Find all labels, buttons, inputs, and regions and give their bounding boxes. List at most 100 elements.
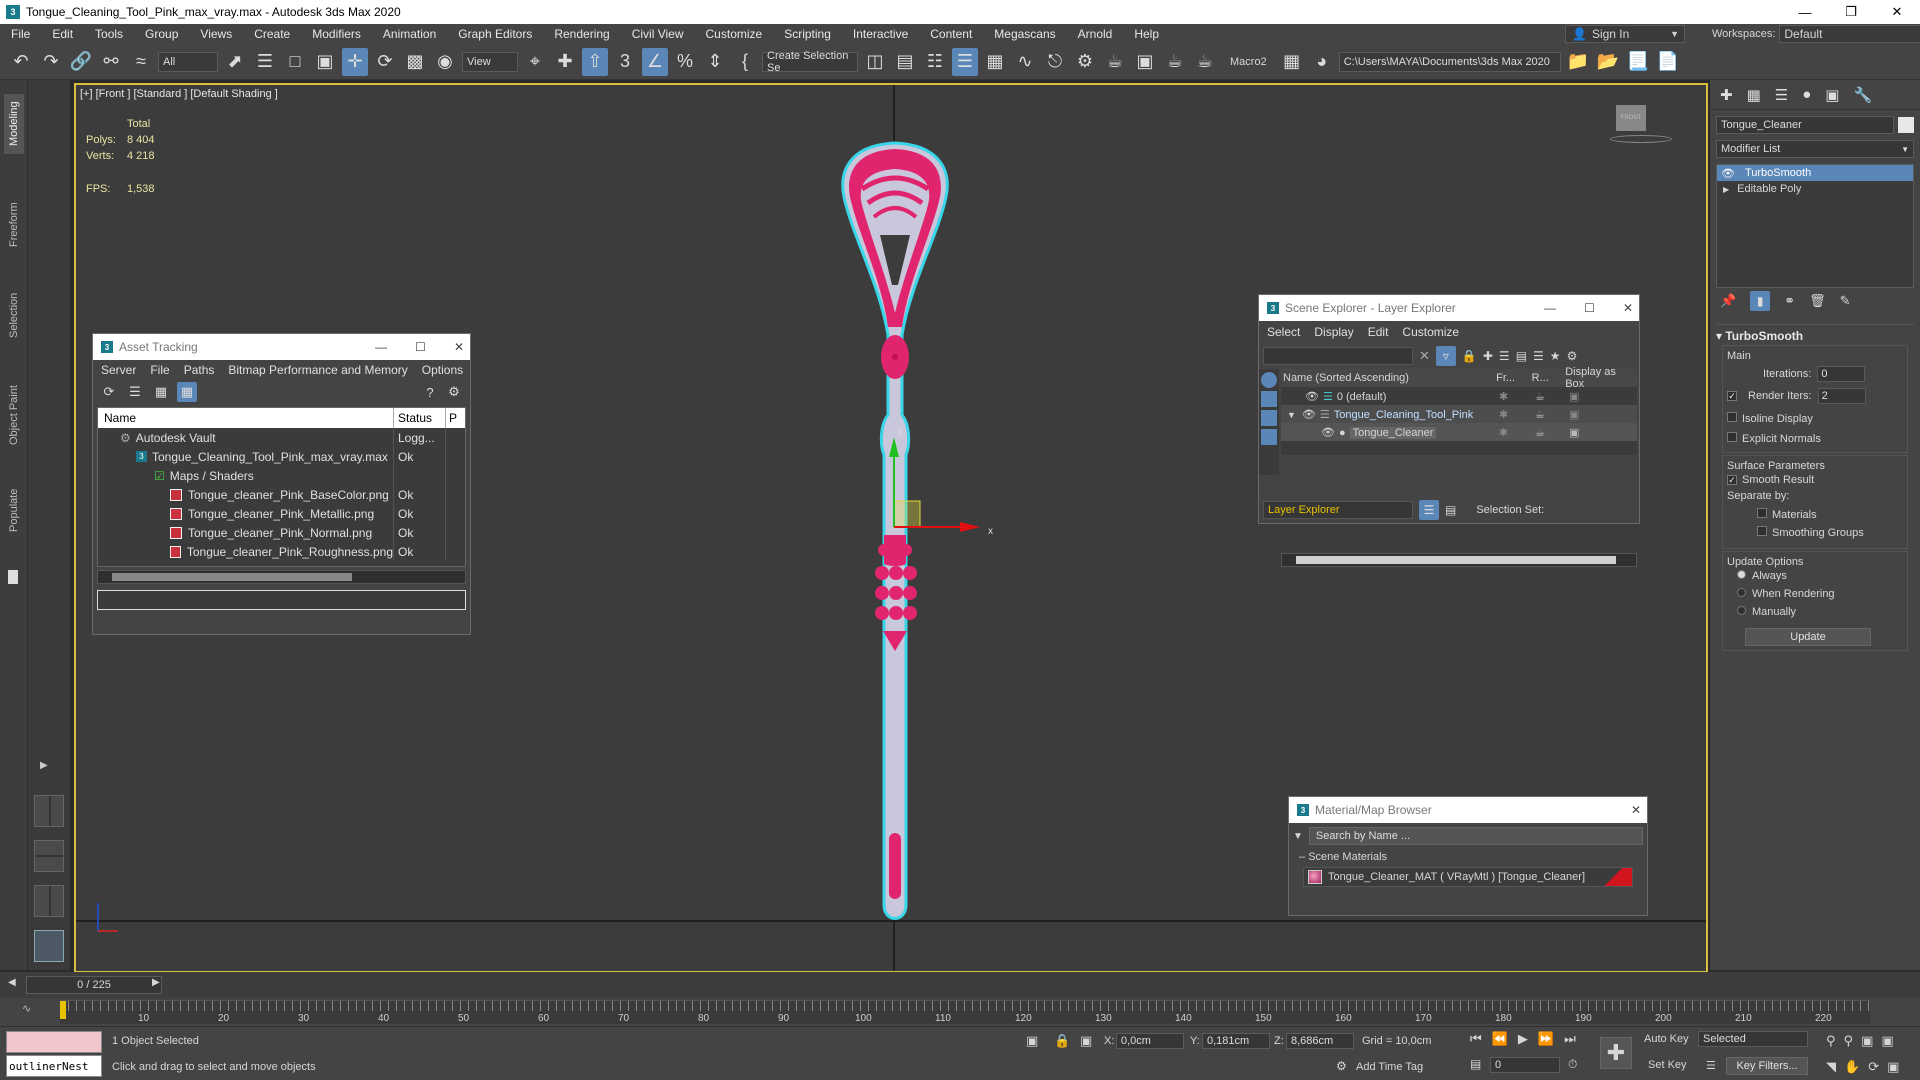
- menu-customize[interactable]: Customize: [695, 27, 774, 41]
- settings-icon[interactable]: ⚙: [1567, 349, 1578, 363]
- selection-lock-icon[interactable]: 🔒: [1054, 1033, 1070, 1049]
- filter-icon[interactable]: ▿: [1435, 346, 1456, 366]
- object-name-field[interactable]: Tongue_Cleaner: [1716, 116, 1894, 134]
- menu-animation[interactable]: Animation: [372, 27, 447, 41]
- menu-arnold[interactable]: Arnold: [1067, 27, 1124, 41]
- menu-views[interactable]: Views: [189, 27, 243, 41]
- key-set-dropdown[interactable]: Selected: [1698, 1031, 1808, 1047]
- set-keys-icon[interactable]: ✚: [1600, 1037, 1632, 1069]
- table-row[interactable]: ☑ Maps / Shaders: [98, 466, 465, 485]
- macro-grid-icon[interactable]: ▦: [1279, 48, 1305, 76]
- show-end-result-icon[interactable]: ▮: [1750, 291, 1771, 311]
- reference-coord-dropdown[interactable]: View: [462, 51, 518, 72]
- menu-modifiers[interactable]: Modifiers: [301, 27, 372, 41]
- menu-create[interactable]: Create: [243, 27, 301, 41]
- remove-modifier-icon[interactable]: 🗑: [1809, 293, 1826, 309]
- pin-stack-icon[interactable]: 📌: [1720, 293, 1736, 309]
- zoom-extents-all-icon[interactable]: ▣: [1881, 1033, 1893, 1049]
- material-browser-titlebar[interactable]: 3 Material/Map Browser ✕: [1289, 797, 1647, 823]
- when-rendering-radio[interactable]: [1737, 588, 1746, 597]
- goto-start-icon[interactable]: ⏮: [1470, 1031, 1482, 1047]
- hierarchy-mode-icon[interactable]: ▤: [1445, 503, 1456, 517]
- table-row[interactable]: Tongue_cleaner_Pink_Normal.png Ok: [98, 523, 465, 542]
- utilities-tab-icon[interactable]: 🔧: [1853, 86, 1872, 104]
- undo-icon[interactable]: ↶: [8, 48, 34, 76]
- layer-tree-hscroll[interactable]: [1281, 553, 1637, 567]
- zoom-extents-icon[interactable]: ▣: [1861, 1033, 1873, 1049]
- time-config-icon[interactable]: ⏱: [1568, 1057, 1577, 1072]
- box-icon[interactable]: ▣: [1569, 408, 1579, 421]
- redo-icon[interactable]: ↷: [38, 48, 64, 76]
- layers-icon[interactable]: ☰: [1499, 349, 1510, 363]
- highlight-icon[interactable]: ★: [1550, 349, 1561, 363]
- curve-editor-toggle-icon[interactable]: ∿: [22, 1002, 31, 1015]
- project-folder-icon[interactable]: 📁: [1565, 48, 1591, 76]
- pivot-center-icon[interactable]: ⌖: [522, 48, 548, 76]
- table-row[interactable]: Tongue_cleaner_Pink_BaseColor.png Ok: [98, 485, 465, 504]
- col-name[interactable]: Name: [98, 408, 394, 428]
- maximize-viewport-icon[interactable]: ▣: [1887, 1059, 1899, 1075]
- scene-materials-group[interactable]: – Scene Materials: [1299, 851, 1643, 863]
- menu-server[interactable]: Server: [101, 363, 136, 377]
- orbit-icon[interactable]: ⟳: [1868, 1059, 1879, 1075]
- named-selection-dropdown[interactable]: Create Selection Se: [762, 50, 858, 74]
- project-path-dropdown[interactable]: C:\Users\MAYA\Documents\3ds Max 2020: [1338, 51, 1561, 72]
- menu-content[interactable]: Content: [919, 27, 983, 41]
- smooth-result-checkbox[interactable]: ✓: [1727, 475, 1737, 485]
- menu-customize[interactable]: Customize: [1402, 325, 1459, 339]
- display-lights-icon[interactable]: [1261, 410, 1277, 426]
- sign-in-dropdown[interactable]: 👤 Sign In ▼: [1565, 25, 1685, 43]
- spinner-snap-icon[interactable]: ⇕: [702, 48, 728, 76]
- snaps-toggle-icon[interactable]: 3: [612, 48, 638, 76]
- minimize-icon[interactable]: —: [1782, 0, 1828, 24]
- freeze-icon[interactable]: ✱: [1499, 390, 1535, 403]
- viewcube-ring[interactable]: [1610, 135, 1672, 143]
- object-color-swatch[interactable]: [1898, 117, 1914, 133]
- x-coord-field[interactable]: 0,0cm: [1116, 1033, 1184, 1049]
- ribbon-tab-object-paint[interactable]: Object Paint: [4, 370, 24, 460]
- layout-4-icon[interactable]: [34, 795, 64, 827]
- search-options-icon[interactable]: ▼: [1293, 831, 1303, 842]
- next-key-icon[interactable]: ⏩: [1538, 1031, 1554, 1047]
- rollout-header[interactable]: ▾ TurboSmooth: [1716, 329, 1914, 343]
- curve-editor-icon[interactable]: ∿: [1012, 48, 1038, 76]
- align-icon[interactable]: ▤: [892, 48, 918, 76]
- configure-sets-icon[interactable]: ✎: [1840, 293, 1851, 309]
- current-frame-marker[interactable]: [60, 1001, 66, 1019]
- viewcube[interactable]: FRONT: [1616, 105, 1646, 131]
- rect-selection-icon[interactable]: □: [282, 48, 308, 76]
- select-place-icon[interactable]: ◉: [432, 48, 458, 76]
- render-icon[interactable]: ☕: [1535, 390, 1569, 403]
- col-renderable[interactable]: R...: [1532, 372, 1566, 384]
- select-manipulate-icon[interactable]: ✚: [552, 48, 578, 76]
- render-icon[interactable]: ☕: [1535, 408, 1569, 421]
- help-icon[interactable]: ?: [420, 382, 440, 402]
- menu-group[interactable]: Group: [134, 27, 189, 41]
- make-unique-icon[interactable]: ⚭: [1784, 293, 1795, 309]
- layer-stack-icon[interactable]: ☰: [1533, 349, 1544, 363]
- menu-civil-view[interactable]: Civil View: [621, 27, 695, 41]
- workspace-dropdown[interactable]: Default: [1779, 25, 1920, 43]
- window-crossing-icon[interactable]: ▣: [312, 48, 338, 76]
- table-row[interactable]: Tongue_cleaner_Pink_Metallic.png Ok: [98, 504, 465, 523]
- list-view-icon[interactable]: ☰: [125, 382, 145, 402]
- key-mode-icon[interactable]: ▤: [1470, 1057, 1481, 1071]
- table-row[interactable]: ⚙ Autodesk Vault Logg...: [98, 428, 465, 447]
- maximize-icon[interactable]: ☐: [1584, 301, 1595, 315]
- rendered-frame-icon[interactable]: ▣: [1132, 48, 1158, 76]
- render-iterative-icon[interactable]: ☕: [1192, 48, 1218, 76]
- modifier-list-dropdown[interactable]: Modifier List ▼: [1716, 140, 1914, 158]
- detail-view-icon[interactable]: ▦: [151, 382, 171, 402]
- y-coord-field[interactable]: 0,181cm: [1202, 1033, 1270, 1049]
- table-row[interactable]: 3 Tongue_Cleaning_Tool_Pink_max_vray.max …: [98, 447, 465, 466]
- absolute-mode-icon[interactable]: ▣: [1080, 1033, 1092, 1049]
- expand-icon[interactable]: ▶: [1723, 185, 1729, 194]
- menu-options[interactable]: Options: [422, 363, 463, 377]
- ribbon-tab-freeform[interactable]: Freeform: [4, 190, 24, 260]
- menu-help[interactable]: Help: [1123, 27, 1170, 41]
- eye-icon[interactable]: 👁: [1302, 409, 1316, 421]
- zoom-all-icon[interactable]: ⚲: [1844, 1033, 1854, 1049]
- always-radio[interactable]: [1737, 570, 1746, 579]
- layer-mode-icon[interactable]: ☰: [1419, 500, 1439, 520]
- macro-label[interactable]: Macro2: [1230, 56, 1267, 68]
